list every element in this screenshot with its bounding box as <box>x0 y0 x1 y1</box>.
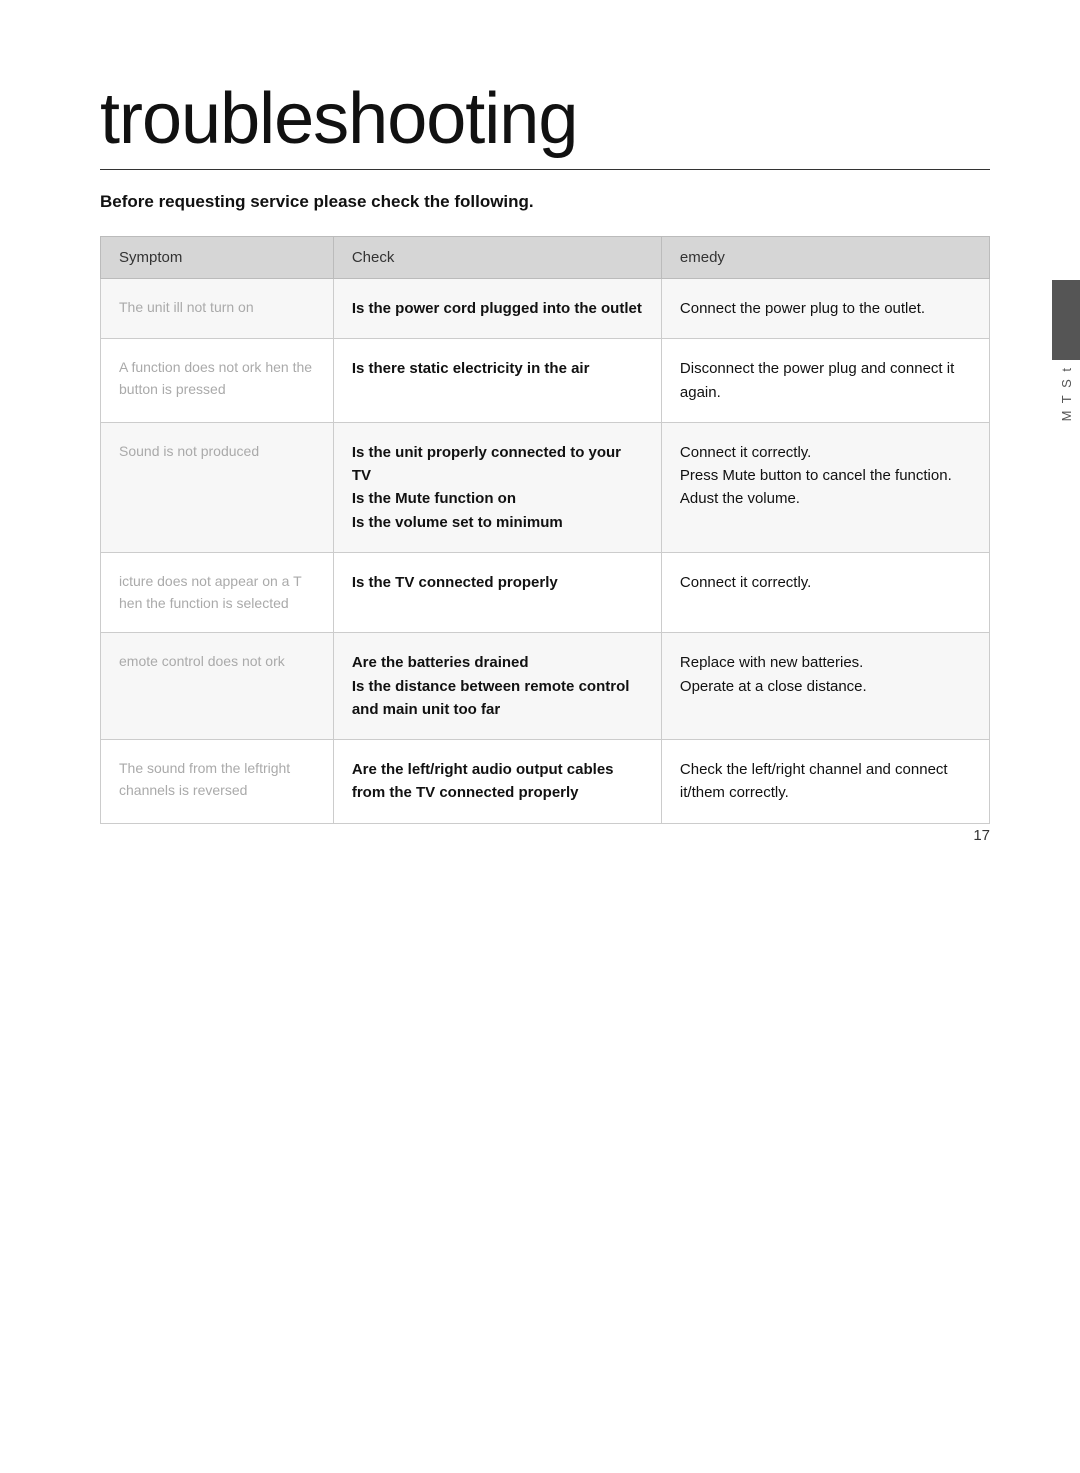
remedy-cell: Connect it correctly. <box>661 552 989 632</box>
symptom-cell: A function does not ork hen the button i… <box>101 339 334 423</box>
symptom-cell: The unit ill not turn on <box>101 279 334 339</box>
remedy-cell: Check the left/right channel and connect… <box>661 740 989 824</box>
check-cell: Is the TV connected properly <box>333 552 661 632</box>
table-row: The unit ill not turn onIs the power cor… <box>101 279 990 339</box>
symptom-cell: The sound from the leftright channels is… <box>101 740 334 824</box>
check-cell: Is the unit properly connected to your T… <box>333 422 661 552</box>
col-header-remedy: emedy <box>661 237 989 279</box>
check-cell: Are the left/right audio output cables f… <box>333 740 661 824</box>
troubleshooting-table: Symptom Check emedy The unit ill not tur… <box>100 236 990 823</box>
table-row: emote control does not orkAre the batter… <box>101 633 990 740</box>
page-container: troubleshooting Before requesting servic… <box>0 0 1080 904</box>
symptom-cell: Sound is not produced <box>101 422 334 552</box>
check-cell: Is there static electricity in the air <box>333 339 661 423</box>
title-divider <box>100 169 990 170</box>
table-row: icture does not appear on a Then the fun… <box>101 552 990 632</box>
table-row: Sound is not producedIs the unit properl… <box>101 422 990 552</box>
remedy-cell: Disconnect the power plug and connect it… <box>661 339 989 423</box>
side-tab-block <box>1052 280 1080 360</box>
col-header-check: Check <box>333 237 661 279</box>
remedy-cell: Connect it correctly.Press Mute button t… <box>661 422 989 552</box>
check-cell: Are the batteries drainedIs the distance… <box>333 633 661 740</box>
table-row: The sound from the leftright channels is… <box>101 740 990 824</box>
remedy-cell: Replace with new batteries.Operate at a … <box>661 633 989 740</box>
table-row: A function does not ork hen the button i… <box>101 339 990 423</box>
page-title: troubleshooting <box>100 80 990 159</box>
page-subtitle: Before requesting service please check t… <box>100 192 990 212</box>
col-header-symptom: Symptom <box>101 237 334 279</box>
symptom-cell: emote control does not ork <box>101 633 334 740</box>
table-header-row: Symptom Check emedy <box>101 237 990 279</box>
side-tab: M T S t <box>1052 280 1080 421</box>
page-number: 17 <box>973 827 990 844</box>
remedy-cell: Connect the power plug to the outlet. <box>661 279 989 339</box>
symptom-cell: icture does not appear on a Then the fun… <box>101 552 334 632</box>
check-cell: Is the power cord plugged into the outle… <box>333 279 661 339</box>
side-tab-label: M T S t <box>1059 366 1074 421</box>
